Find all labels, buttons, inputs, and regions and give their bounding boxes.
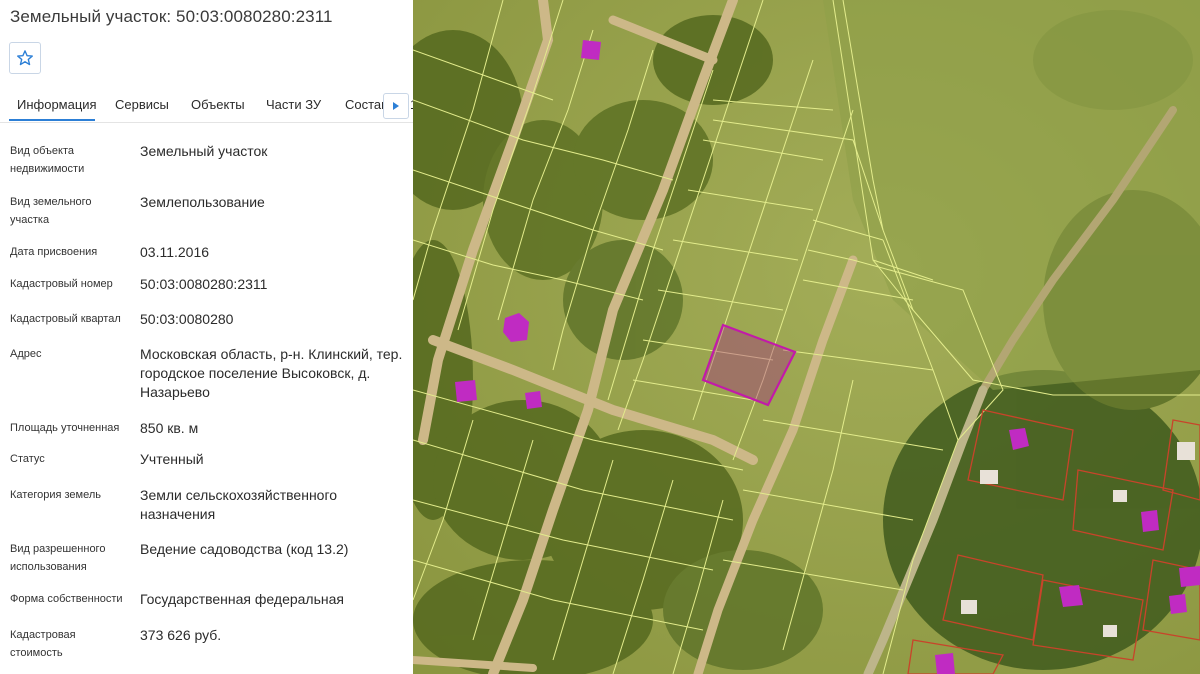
tab-composition[interactable]: Состав	[345, 97, 388, 112]
tab-parts[interactable]: Части ЗУ	[266, 97, 321, 112]
field-value: 03.11.2016	[140, 244, 210, 260]
satellite-map[interactable]	[413, 0, 1200, 674]
field-label: Кадастровый квартал	[10, 313, 121, 325]
field-label: Вид земельного участка	[10, 196, 92, 226]
field-value: Земли сельскохозяйственного назначения	[140, 487, 338, 522]
field-value: 50:03:0080280	[140, 311, 234, 327]
tabs-scroll-right-button[interactable]	[383, 93, 409, 119]
field-label: Площадь уточненная	[10, 422, 120, 434]
field-value: Ведение садоводства (код 13.2)	[140, 541, 349, 557]
field-label: Вид объекта недвижимости	[10, 145, 85, 175]
field-label: Вид разрешенного использования	[10, 543, 106, 573]
triangle-right-icon	[393, 102, 399, 110]
field-value: Земельный участок	[140, 143, 268, 159]
field-label: Форма собственности	[10, 593, 123, 605]
page-title: Земельный участок: 50:03:0080280:2311	[10, 7, 333, 26]
field-value: Московская область, р-н. Клинский, тер. …	[140, 346, 403, 400]
field-value: Учтенный	[140, 451, 204, 467]
field-value: 50:03:0080280:2311	[140, 276, 268, 292]
field-label: Кадастровая стоимость	[10, 629, 76, 659]
field-value: 373 626 руб.	[140, 627, 222, 643]
tab-info[interactable]: Информация	[17, 97, 97, 112]
field-label: Статус	[10, 453, 45, 465]
star-outline-icon	[17, 50, 33, 66]
field-value: 850 кв. м	[140, 420, 199, 436]
field-value: Землепользование	[140, 194, 265, 210]
info-panel: Земельный участок: 50:03:0080280:2311 Ин…	[0, 0, 413, 674]
active-tab-indicator	[9, 119, 95, 121]
tab-bar: Информация Сервисы Объекты Части ЗУ Сост…	[0, 90, 413, 123]
field-label: Кадастровый номер	[10, 278, 113, 290]
favorite-button[interactable]	[9, 42, 41, 74]
tab-overflow[interactable]: 1	[410, 97, 413, 112]
map-canvas[interactable]	[413, 0, 1200, 674]
field-label: Адрес	[10, 348, 42, 360]
tab-services[interactable]: Сервисы	[115, 97, 169, 112]
field-value: Государственная федеральная	[140, 591, 344, 607]
field-label: Категория земель	[10, 489, 101, 501]
tab-objects[interactable]: Объекты	[191, 97, 245, 112]
field-label: Дата присвоения	[10, 246, 98, 258]
